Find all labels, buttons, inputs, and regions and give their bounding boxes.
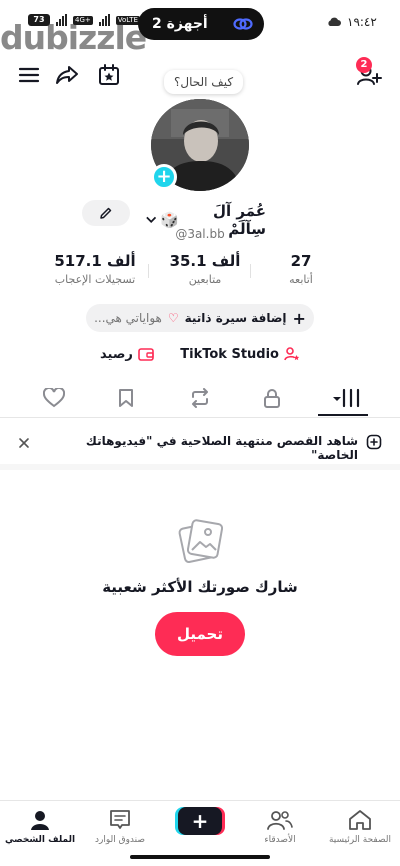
tab-private[interactable] bbox=[258, 384, 286, 412]
link-icon bbox=[232, 13, 254, 35]
tab-liked[interactable] bbox=[40, 384, 68, 412]
clock: ١٩:٤٢ bbox=[347, 15, 377, 29]
tiktok-studio-link[interactable]: TikTok Studio bbox=[180, 346, 300, 362]
pencil-icon bbox=[100, 207, 112, 219]
edit-name-button[interactable] bbox=[82, 200, 130, 226]
nav-friends-label: الأصدقاء bbox=[264, 835, 296, 845]
devices-pill[interactable]: 2 أجهزة bbox=[138, 8, 264, 40]
share-icon bbox=[56, 66, 78, 84]
followers-stat[interactable]: 35.1 ألف متابعين bbox=[150, 252, 260, 286]
home-indicator bbox=[130, 855, 270, 859]
upload-button[interactable]: تحميل bbox=[155, 612, 245, 656]
cloud-icon bbox=[328, 17, 341, 26]
add-story-button[interactable]: + bbox=[151, 164, 177, 190]
followers-count: 35.1 ألف bbox=[169, 252, 241, 270]
nav-profile[interactable]: الملف الشخصي bbox=[0, 807, 80, 845]
likes-stat[interactable]: 517.1 ألف تسجيلات الإعجاب bbox=[40, 252, 150, 286]
bookmark-icon bbox=[119, 389, 133, 407]
add-bio-label: إضافة سيرة ذاتية bbox=[184, 311, 287, 325]
add-bio-button[interactable]: + إضافة سيرة ذاتية ♡ هواياتي هي... bbox=[86, 304, 314, 332]
nav-home-label: الصفحة الرئيسية bbox=[328, 835, 392, 845]
tiktok-studio-label: TikTok Studio bbox=[180, 346, 279, 362]
chevron-down-icon bbox=[146, 216, 157, 223]
balance-label: رصيد bbox=[100, 346, 133, 362]
following-stat[interactable]: 27 أتابعه bbox=[246, 252, 356, 286]
empty-state-title: شارك صورتك الأكثر شعبية bbox=[102, 578, 298, 596]
followers-label: متابعين bbox=[188, 273, 222, 286]
calendar-button[interactable] bbox=[96, 62, 122, 88]
following-label: أتابعه bbox=[289, 273, 313, 286]
balance-link[interactable]: رصيد bbox=[100, 347, 154, 362]
close-icon bbox=[19, 438, 29, 448]
status-time-group: ١٩:٤٢ bbox=[326, 15, 377, 29]
following-count: 27 bbox=[290, 252, 312, 270]
grid-icon bbox=[333, 388, 360, 408]
home-icon bbox=[320, 807, 400, 833]
inbox-icon bbox=[80, 807, 160, 833]
watermark: dubizzle bbox=[0, 18, 147, 57]
nav-inbox-label: صندوق الوارد bbox=[94, 835, 146, 845]
create-button[interactable]: + bbox=[178, 807, 222, 835]
bio-hobbies: هواياتي هي... bbox=[94, 311, 162, 325]
heart-icon bbox=[43, 388, 65, 408]
status-bar: 73 4G+ VoLTE dubizzle 2 أجهزة ١٩:٤٢ bbox=[0, 0, 400, 57]
nav-friends[interactable]: الأصدقاء bbox=[240, 807, 320, 845]
nav-profile-label: الملف الشخصي bbox=[4, 835, 76, 845]
add-box-icon bbox=[366, 434, 382, 450]
heart-outline-icon: ♡ bbox=[167, 311, 179, 325]
nav-inbox[interactable]: صندوق الوارد bbox=[80, 807, 160, 845]
stats-row: 517.1 ألف تسجيلات الإعجاب 35.1 ألف متابع… bbox=[40, 252, 370, 296]
close-banner-button[interactable] bbox=[18, 434, 30, 453]
tab-favorites[interactable] bbox=[112, 384, 140, 412]
content-tabs bbox=[0, 378, 400, 418]
calendar-star-icon bbox=[99, 64, 119, 85]
stat-divider bbox=[148, 264, 149, 278]
note-bubble[interactable]: كيف الحال؟ bbox=[164, 70, 244, 94]
username: @3al.bb bbox=[175, 227, 225, 241]
studio-row: TikTok Studio رصيد bbox=[100, 344, 300, 364]
plus-icon: + bbox=[292, 308, 306, 328]
nav-home[interactable]: الصفحة الرئيسية bbox=[320, 807, 400, 845]
divider bbox=[0, 464, 400, 470]
notification-badge: 2 bbox=[356, 57, 372, 73]
likes-label: تسجيلات الإعجاب bbox=[54, 273, 136, 286]
share-button[interactable] bbox=[54, 62, 80, 88]
expired-stories-banner[interactable]: شاهد القصص منتهية الصلاحية في "فيديوهاتك… bbox=[60, 434, 358, 462]
tab-videos[interactable] bbox=[330, 384, 364, 412]
devices-label: 2 أجهزة bbox=[152, 16, 208, 32]
wallet-icon bbox=[138, 348, 154, 361]
banner-add-icon-wrap bbox=[366, 434, 382, 454]
tab-reposts[interactable] bbox=[186, 384, 214, 412]
active-tab-indicator bbox=[318, 414, 368, 416]
studio-person-icon bbox=[284, 347, 300, 361]
likes-count: 517.1 ألف bbox=[54, 252, 136, 270]
menu-button[interactable] bbox=[16, 62, 42, 88]
photos-icon bbox=[174, 514, 226, 566]
profile-icon bbox=[0, 807, 80, 833]
lock-icon bbox=[264, 389, 280, 408]
menu-icon bbox=[18, 67, 40, 83]
friends-icon bbox=[240, 807, 320, 833]
repost-icon bbox=[192, 388, 208, 408]
